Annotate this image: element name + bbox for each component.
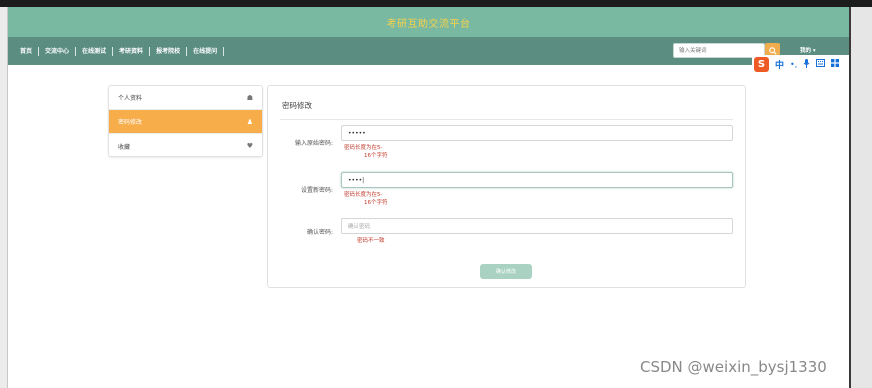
error-line: 16个字符 <box>364 153 388 159</box>
header-banner: 考研互助交流平台 <box>8 7 849 37</box>
error-line: 16个字符 <box>364 200 388 206</box>
keyboard-icon[interactable] <box>816 59 826 69</box>
sidebar-item-label: 个人资料 <box>118 95 143 102</box>
window-scrollbar[interactable] <box>849 7 851 388</box>
confirm-password-error: 密码不一致 <box>357 237 385 245</box>
panel-title: 密码修改 <box>282 101 312 110</box>
nav-item-home[interactable]: 首页 <box>14 46 40 56</box>
watermark: CSDN @weixin_bysj1330 <box>640 358 827 376</box>
grid-icon[interactable] <box>831 59 840 69</box>
ime-toolbar: S 中 •, <box>752 55 849 73</box>
nav-menu: 首页 交流中心 在线测试 考研资料 报考院校 在线提问 <box>14 37 225 65</box>
sidebar-item-favorites[interactable]: 收藏 ♥ <box>109 134 262 158</box>
sidebar-item-label: 收藏 <box>118 143 131 151</box>
window-top-edge <box>0 0 872 7</box>
error-line: 密码长度为在5- <box>344 145 383 151</box>
sidebar-item-profile[interactable]: 个人资料 ☗ <box>109 86 262 110</box>
ime-mode-toggle[interactable]: 中 <box>775 58 784 71</box>
sidebar-item-label: 密码修改 <box>118 119 143 126</box>
site-title: 考研互助交流平台 <box>386 18 471 30</box>
nav-item-online-test[interactable]: 在线测试 <box>76 46 114 56</box>
account-sidebar: 个人资料 ☗ 密码修改 ♟ 收藏 ♥ <box>108 85 263 157</box>
new-password-error: 密码长度为在5- 16个字符 <box>344 191 388 207</box>
heart-icon: ♥ <box>246 142 253 150</box>
error-line: 密码不一致 <box>357 238 385 244</box>
window-left-edge <box>0 7 8 388</box>
new-password-input[interactable]: ••••| <box>341 172 733 188</box>
nav-bar: 首页 交流中心 在线测试 考研资料 报考院校 在线提问 我的 ▾ <box>8 37 849 65</box>
old-password-error: 密码长度为在5- 16个字符 <box>344 144 388 160</box>
old-password-label: 输入原始密码: <box>294 140 333 147</box>
search-icon <box>768 46 777 55</box>
nav-item-materials[interactable]: 考研资料 <box>113 46 151 56</box>
password-form-panel: 密码修改 输入原始密码: ••••• 密码长度为在5- 16个字符 设置新密码:… <box>267 85 746 288</box>
ime-logo-icon[interactable]: S <box>754 56 769 72</box>
error-line: 密码长度为在5- <box>344 192 383 198</box>
confirm-password-input[interactable]: 确认密码 <box>341 218 733 234</box>
window-right-edge <box>849 7 872 388</box>
panel-divider <box>280 119 733 120</box>
home-icon: ☗ <box>246 94 253 102</box>
submit-button[interactable]: 确认修改 <box>480 264 532 279</box>
confirm-password-label: 确认密码: <box>306 229 333 236</box>
ime-punct-toggle[interactable]: •, <box>790 60 797 69</box>
user-icon: ♟ <box>246 118 253 126</box>
nav-item-ask[interactable]: 在线提问 <box>187 46 225 56</box>
new-password-label: 设置新密码: <box>300 187 333 194</box>
nav-item-exchange[interactable]: 交流中心 <box>39 46 77 56</box>
sidebar-item-password[interactable]: 密码修改 ♟ <box>109 110 262 134</box>
mic-icon[interactable] <box>803 58 810 70</box>
user-menu[interactable]: 我的 ▾ <box>800 46 816 54</box>
old-password-input[interactable]: ••••• <box>341 125 733 141</box>
nav-item-schools[interactable]: 报考院校 <box>150 46 188 56</box>
